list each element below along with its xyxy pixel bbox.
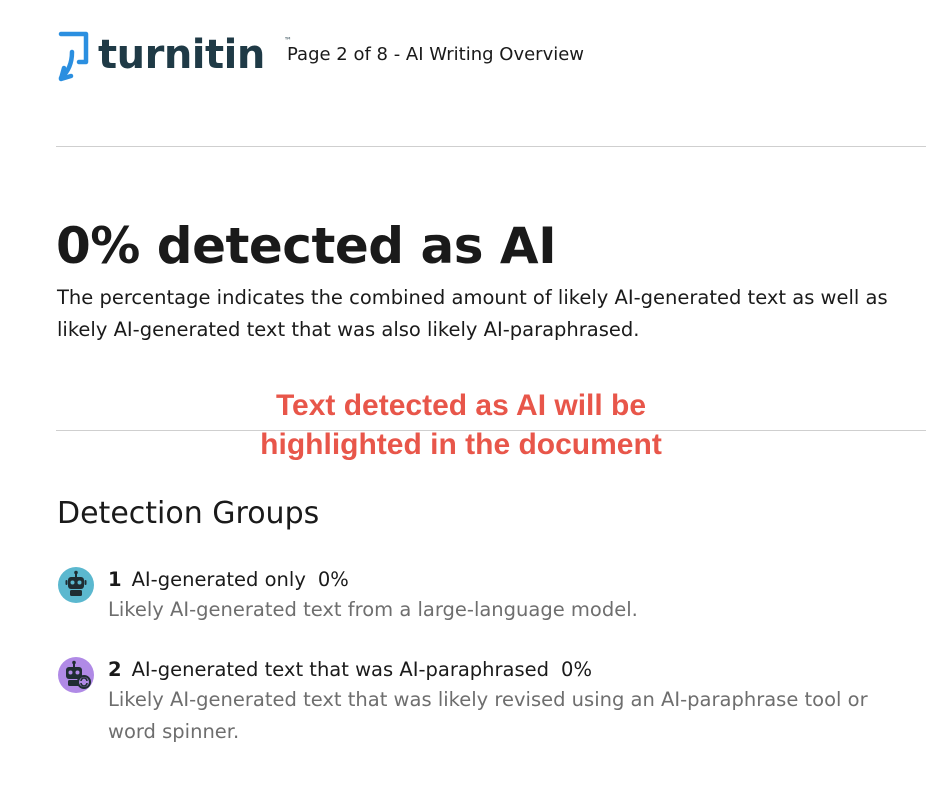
- group-description: Likely AI-generated text that was likely…: [108, 688, 868, 743]
- brand-name: turnitin: [98, 32, 265, 78]
- header-divider: [56, 146, 926, 147]
- detection-groups-title: Detection Groups: [57, 496, 320, 531]
- highlight-notice-line-2: highlighted in the document: [260, 428, 662, 461]
- group-percent: 0%: [561, 658, 592, 681]
- group-label: AI-generated only: [131, 568, 306, 591]
- page-info: Page 2 of 8 - AI Writing Overview: [287, 44, 585, 65]
- highlight-notice-line-1: Text detected as AI will be: [275, 389, 647, 422]
- group-description: Likely AI-generated text from a large-la…: [108, 598, 638, 621]
- group-number: 1: [108, 568, 122, 591]
- robot-icon: [58, 567, 94, 603]
- page-header: turnitin ™ Page 2 of 8 - AI Writing Over…: [0, 0, 926, 146]
- ai-detection-description: The percentage indicates the combined am…: [57, 286, 888, 341]
- turnitin-logo-mark-icon: [58, 31, 89, 82]
- group-number: 2: [108, 658, 122, 681]
- robot-paraphrase-icon: [58, 657, 94, 693]
- group-label: AI-generated text that was AI-paraphrase…: [131, 658, 550, 681]
- group-percent: 0%: [317, 568, 349, 591]
- highlight-notice: Text detected as AI will be highlighted …: [200, 386, 722, 464]
- ai-detection-headline: 0% detected as AI: [56, 217, 557, 275]
